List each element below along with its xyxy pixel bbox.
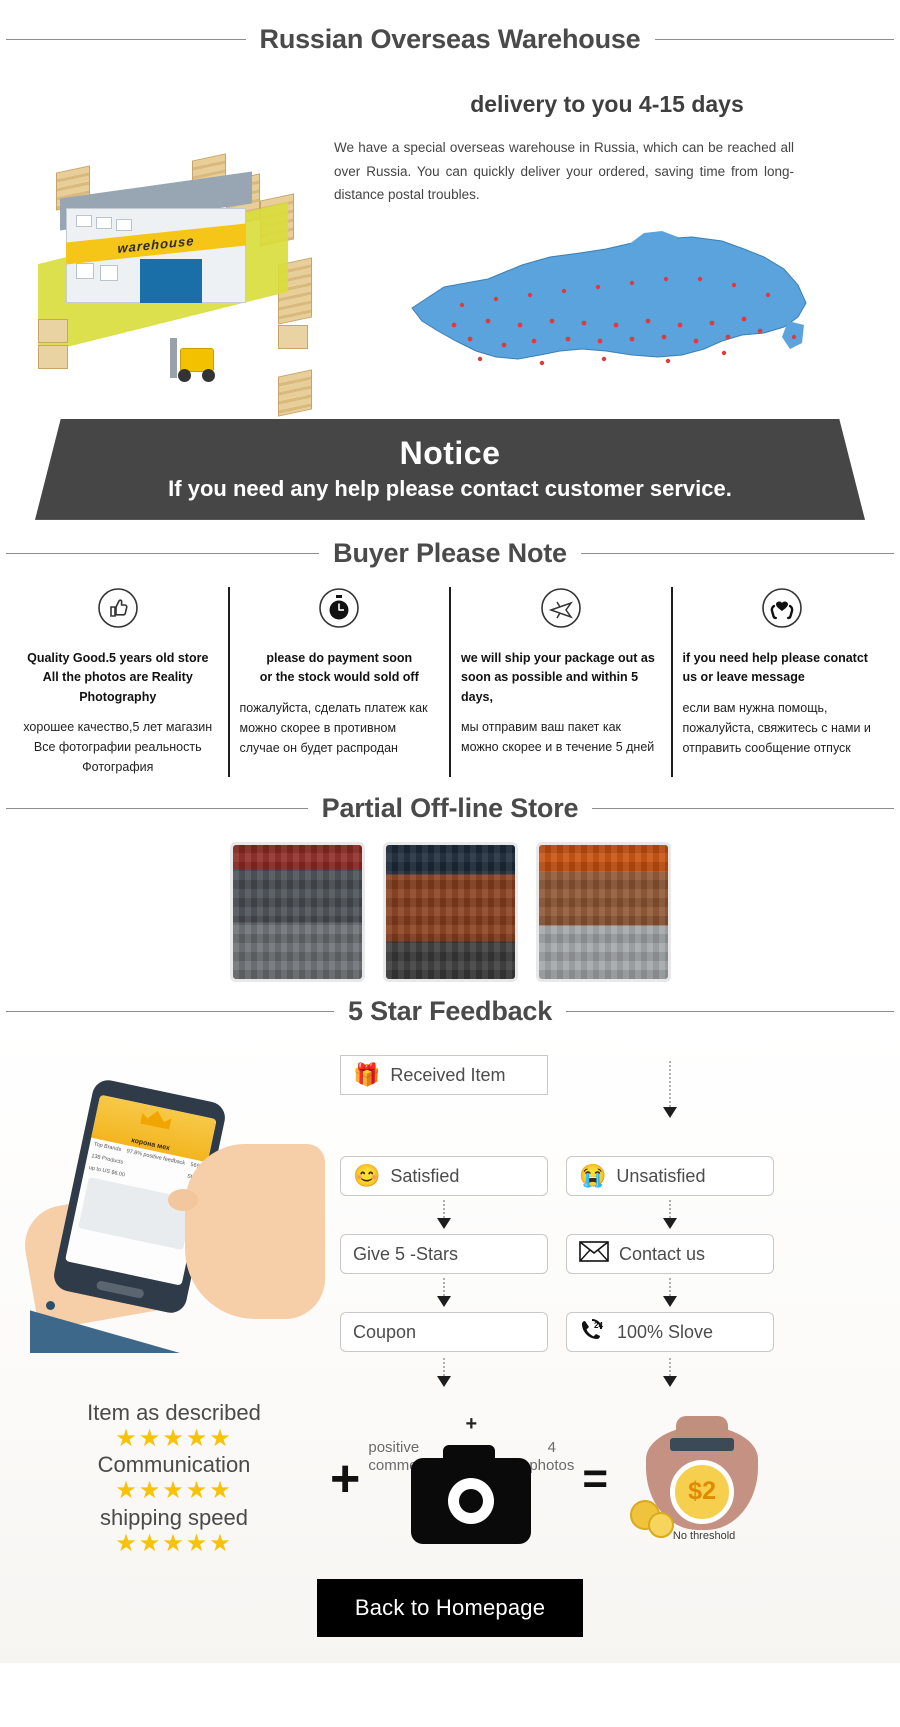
back-to-homepage-button[interactable]: Back to Homepage (316, 1579, 584, 1638)
reward-note: No threshold (672, 1529, 736, 1542)
rating-label: Communication (97, 1452, 251, 1478)
flow-solve[interactable]: 24 100% Slove (566, 1312, 774, 1352)
flow-unsatisfied[interactable]: 😭 Unsatisfied (566, 1156, 774, 1196)
store-photo-3 (535, 842, 671, 982)
feedback-flowchart: 🎁 Received Item 😊 Satisfied 😭 Unsatisfie… (340, 1049, 880, 1390)
notice-banner-wrap: Notice If you need any help please conta… (0, 409, 900, 524)
buyer-note-column-support: if you need help please conatct us or le… (670, 586, 893, 777)
flow-satisfied-label: Satisfied (390, 1165, 460, 1186)
camera-top-plus: + (465, 1413, 478, 1436)
rule-left (6, 1011, 334, 1012)
store-photo-1 (229, 842, 365, 982)
hero-section: warehouse delivery to you 4-15 days We h… (0, 55, 900, 417)
happy-face-icon: 😊 (353, 1163, 381, 1188)
note-en-text: please do payment soon or the stock woul… (259, 650, 419, 685)
equals-operator: = (582, 1453, 609, 1503)
promo-page: Russian Overseas Warehouse warehouse del… (0, 0, 900, 1664)
hero-subtitle: delivery to you 4-15 days (470, 91, 744, 117)
flow-arrow-down-icon (437, 1376, 451, 1387)
buyer-note-column-shipping: we will ship your package out as soon as… (449, 586, 671, 777)
notice-text: If you need any help please contact cust… (168, 475, 732, 501)
buyer-note-heading: Buyer Please Note (333, 537, 567, 568)
rating-stars: ★★★★★ (115, 1529, 233, 1557)
stopwatch-icon (240, 587, 440, 629)
crying-face-icon: 😭 (579, 1163, 607, 1188)
rating-stars: ★★★★★ (115, 1424, 233, 1452)
note-ru-text: если вам нужна помощь, пожалуйста, свяжи… (682, 700, 871, 755)
rating-label: shipping speed (99, 1504, 248, 1530)
note-en-text: Quality Good.5 years old store All the p… (27, 650, 209, 704)
flow-received-item[interactable]: 🎁 Received Item (340, 1055, 548, 1095)
flow-solve-label: 100% Slove (617, 1321, 714, 1342)
buyer-note-heading-row: Buyer Please Note (0, 538, 900, 569)
russia-map (334, 213, 880, 403)
offline-store-heading-row: Partial Off-line Store (0, 793, 900, 824)
plus-operator: + (330, 1449, 361, 1508)
flow-arrow-down-icon (437, 1296, 451, 1307)
note-ru-text: мы отправим ваш пакет как можно скорее и… (461, 720, 655, 754)
flow-received-item-label: Received Item (390, 1064, 506, 1085)
flow-arrow-down-icon (663, 1107, 677, 1118)
flow-coupon-label: Coupon (353, 1321, 417, 1342)
buyer-note-column-payment: please do payment soon or the stock woul… (227, 586, 450, 777)
page-title: Russian Overseas Warehouse (259, 24, 641, 54)
flow-coupon[interactable]: Coupon (340, 1312, 548, 1352)
money-bag-icon: $2 No threshold (614, 1414, 794, 1544)
flow-arrow-down-icon (663, 1376, 677, 1387)
envelope-icon (579, 1241, 609, 1267)
buyer-note-columns: Quality Good.5 years old store All the p… (0, 569, 900, 787)
store-photo-2 (382, 842, 518, 982)
note-en-text: we will ship your package out as soon as… (461, 650, 655, 704)
airplane-icon (461, 587, 661, 629)
caring-hands-icon (683, 587, 883, 629)
phone-illustration: корона мех Top Brands 97.8% positive feed… (10, 1049, 340, 1353)
forklift-icon (170, 338, 222, 382)
rule-left (6, 808, 308, 809)
notice-banner: Notice If you need any help please conta… (35, 418, 865, 520)
feedback-heading: 5 Star Feedback (347, 996, 553, 1026)
flow-give-stars[interactable]: Give 5 -Stars (340, 1234, 548, 1274)
flow-contact-us[interactable]: Contact us (566, 1234, 774, 1274)
rule-right (592, 808, 894, 809)
flow-arrow-down-icon (663, 1296, 677, 1307)
rating-label: Item as described (87, 1400, 261, 1425)
flow-give-stars-label: Give 5 -Stars (353, 1243, 459, 1264)
rule-right (566, 1011, 895, 1012)
photos-count-label: 4 photos (529, 1439, 575, 1475)
rule-left (6, 552, 320, 554)
svg-text:24: 24 (594, 1321, 603, 1330)
gift-icon: 🎁 (353, 1062, 381, 1087)
reward-amount: $2 (670, 1459, 735, 1524)
camera-block: + positive comment 4 photos (366, 1413, 576, 1545)
flow-arrow-down-icon (437, 1218, 451, 1229)
flow-contact-us-label: Contact us (619, 1243, 706, 1264)
rule-right (580, 552, 894, 554)
hero-body-text: We have a special overseas warehouse in … (334, 140, 794, 203)
rating-stars: ★★★★★ (115, 1477, 233, 1505)
rule-left (6, 39, 246, 40)
notice-title: Notice (399, 434, 501, 471)
buyer-note-column-quality: Quality Good.5 years old store All the p… (8, 587, 228, 777)
offline-store-gallery (0, 824, 900, 996)
flow-unsatisfied-label: Unsatisfied (616, 1165, 706, 1186)
note-en-text: if you need help please conatct us or le… (682, 650, 868, 685)
ratings-row: Item as described ★★★★★ Communication ★★… (0, 1390, 900, 1557)
page-title-row: Russian Overseas Warehouse (0, 0, 900, 55)
offline-store-heading: Partial Off-line Store (321, 793, 579, 823)
thumbs-up-icon (18, 587, 218, 629)
camera-icon (411, 1445, 532, 1545)
support-24h-icon: 24 (579, 1317, 607, 1348)
feedback-heading-row: 5 Star Feedback (0, 996, 900, 1027)
hero-text: delivery to you 4-15 days We have a spec… (330, 73, 880, 403)
feedback-section: корона мех Top Brands 97.8% positive feed… (0, 1027, 900, 1664)
note-ru-text: хорошее качество,5 лет магазин Все фотог… (23, 720, 213, 774)
warehouse-illustration: warehouse (20, 73, 330, 417)
footer-actions: Back to Homepage (0, 1557, 900, 1663)
ratings-list: Item as described ★★★★★ Communication ★★… (24, 1400, 324, 1557)
flow-satisfied[interactable]: 😊 Satisfied (340, 1156, 548, 1196)
flow-arrow-down-icon (663, 1218, 677, 1229)
note-ru-text: пожалуйста, сделать платеж как можно ско… (239, 700, 428, 755)
rule-right (654, 39, 895, 40)
